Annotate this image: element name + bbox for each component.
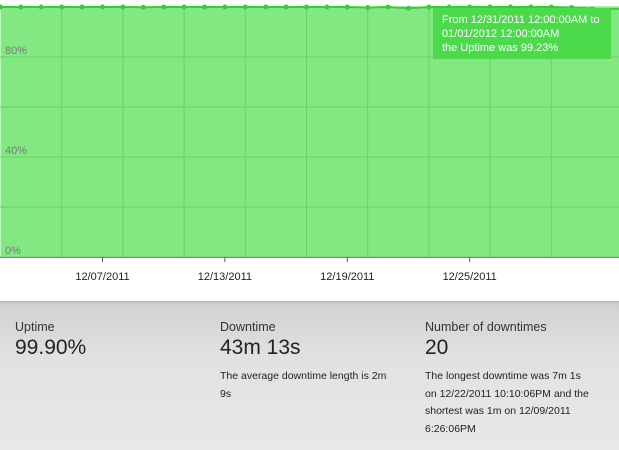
uptime-data-point [222,5,227,10]
downtimes-count-stat: Number of downtimes 20 The longest downt… [425,320,605,438]
downtime-value: 43m 13s [220,336,400,360]
uptime-data-point [141,5,146,10]
uptime-data-point [182,5,187,10]
downtimes-count-label: Number of downtimes [425,320,605,335]
uptime-data-point [263,5,268,10]
uptime-data-point [243,5,248,10]
x-tick-label: 12/13/2011 [198,271,252,283]
tooltip-line: 01/01/2012 12:00:00AM [442,28,559,40]
uptime-chart-svg: 0% 40% 80% 12/07/2011 12/13/2011 12/19/2011 1… [0,0,619,300]
tooltip-line: the Uptime was 99.23% [442,42,558,54]
uptime-data-point [161,5,166,10]
y-tick-label: 80% [5,45,27,57]
downtimes-note-line: 6:26:06PM [425,421,605,439]
uptime-data-point [59,5,64,10]
downtime-note-line: The average downtime length is 2m [220,368,400,386]
downtime-stat: Downtime 43m 13s The average downtime le… [220,320,400,403]
tooltip-line: From 12/31/2011 12:00:00AM to [442,14,600,26]
stats-panel: Uptime 99.90% Downtime 43m 13s The avera… [0,301,619,450]
uptime-data-point [39,5,44,10]
downtime-note-line: 9s [220,386,400,404]
downtime-label: Downtime [220,320,400,335]
x-tick-label: 12/25/2011 [443,271,497,283]
uptime-data-point [18,5,23,10]
downtimes-count-value: 20 [425,336,605,360]
downtimes-note-line: The longest downtime was 7m 1s [425,368,605,386]
downtime-average-note: The average downtime length is 2m 9s [220,368,400,403]
uptime-data-point [80,5,85,10]
uptime-data-point [284,5,289,10]
uptime-data-point [324,5,329,10]
uptime-data-point [304,5,309,10]
uptime-value: 99.90% [15,336,195,360]
uptime-data-point [426,5,431,10]
downtimes-longest-note: The longest downtime was 7m 1s on 12/22/… [425,368,605,438]
y-tick-label: 40% [5,145,27,157]
downtimes-note-line: shortest was 1m on 12/09/2011 [425,403,605,421]
uptime-data-point [345,5,350,10]
uptime-data-point [386,5,391,10]
uptime-stat: Uptime 99.90% [15,320,195,360]
uptime-data-point [365,5,370,10]
uptime-data-point [406,6,411,11]
x-tick-label: 12/19/2011 [320,271,374,283]
uptime-data-point [100,5,105,10]
uptime-label: Uptime [15,320,195,335]
uptime-data-point [120,5,125,10]
y-tick-label: 0% [5,245,21,257]
x-tick-label: 12/07/2011 [75,271,129,283]
uptime-chart: 0% 40% 80% 12/07/2011 12/13/2011 12/19/2011 1… [0,0,619,300]
uptime-data-point [202,5,207,10]
downtimes-note-line: on 12/22/2011 10:10:06PM and the [425,386,605,404]
